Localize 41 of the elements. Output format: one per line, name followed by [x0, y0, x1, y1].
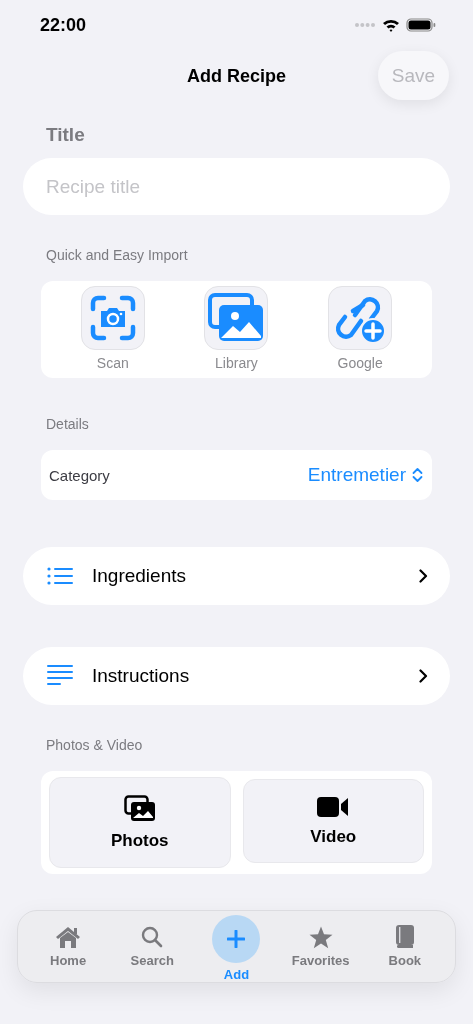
category-picker[interactable]: Entremetier — [307, 464, 423, 486]
chevron-right-icon — [419, 669, 428, 683]
link-import-button[interactable] — [328, 286, 393, 350]
scan-import-button[interactable] — [80, 286, 145, 350]
video-button[interactable]: Video — [242, 779, 424, 863]
plus-icon — [227, 930, 246, 948]
search-tab[interactable]: Search — [117, 911, 188, 968]
wifi-icon — [382, 18, 400, 32]
book-icon — [394, 925, 415, 949]
favorites-tab[interactable]: Favorites — [285, 911, 356, 968]
photos-button[interactable]: Photos — [49, 777, 231, 868]
instructions-row[interactable]: Instructions — [23, 647, 450, 705]
section-label: Title — [46, 124, 85, 146]
category-label: Category — [49, 466, 110, 484]
section-header: Quick and Easy Import — [46, 247, 188, 263]
section-header: Photos & Video — [46, 737, 143, 753]
ingredients-row[interactable]: Ingredients — [23, 547, 450, 605]
import-label: Scan — [96, 355, 129, 371]
chevron-right-icon — [419, 569, 428, 583]
video-camera-icon — [317, 795, 350, 818]
camera-scan-icon — [88, 294, 137, 342]
home-tab[interactable]: Home — [33, 911, 104, 968]
photos-icon — [123, 794, 156, 822]
battery-icon — [406, 18, 436, 32]
search-icon — [141, 926, 164, 948]
import-label: Google — [337, 355, 383, 371]
signal-icon — [354, 22, 376, 28]
text-lines-icon — [47, 665, 73, 687]
add-tab[interactable]: Add — [201, 911, 272, 982]
import-label: Library — [215, 355, 258, 371]
status-time: 22:00 — [40, 14, 87, 36]
star-icon — [308, 925, 333, 949]
chevron-updown-icon — [412, 467, 423, 483]
book-tab[interactable]: Book — [369, 911, 440, 968]
photos-icon — [207, 292, 266, 344]
home-icon — [55, 926, 82, 948]
screen-title: Add Recipe — [187, 65, 286, 87]
list-icon — [47, 567, 73, 585]
title-field[interactable]: Recipe title — [23, 158, 450, 215]
section-header: Details — [46, 416, 89, 432]
library-import-button[interactable] — [204, 286, 269, 350]
